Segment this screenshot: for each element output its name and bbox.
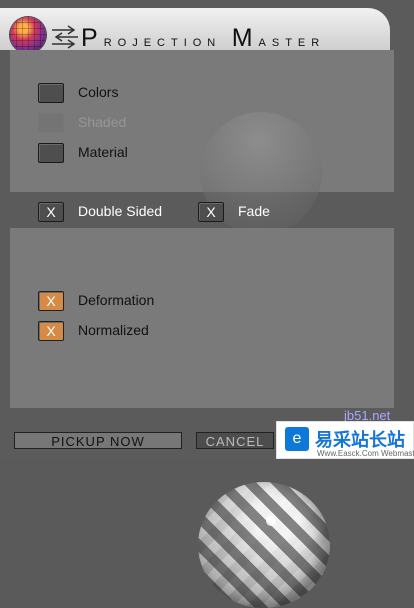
colors-label: Colors <box>78 84 119 100</box>
shaded-checkbox <box>38 113 64 133</box>
projection-master-window: Projection Master Colors Shaded Material… <box>0 0 414 608</box>
title-bar: Projection Master <box>0 8 390 53</box>
double-sided-checkbox[interactable]: X <box>38 202 64 222</box>
watermark-badge: e 易采站长站 Www.Easck.Com Webmaster <box>276 421 414 459</box>
fade-checkbox[interactable]: X <box>198 202 224 222</box>
deformation-preview-sphere <box>198 482 330 608</box>
title-initial-m: M <box>231 24 259 52</box>
title-initial-p: P <box>81 24 104 52</box>
double-sided-label: Double Sided <box>78 203 163 219</box>
shaded-label: Shaded <box>78 114 127 130</box>
normalized-checkbox[interactable]: X <box>38 321 64 341</box>
deformation-options-panel: X Deformation X Normalized <box>10 228 394 608</box>
deformation-checkbox[interactable]: X <box>38 291 64 311</box>
material-checkbox[interactable] <box>38 143 64 163</box>
colors-checkbox[interactable] <box>38 83 64 103</box>
fade-label: Fade <box>238 203 270 219</box>
logo-grid-icon <box>10 17 46 53</box>
pickup-now-button[interactable]: PICKUP NOW <box>14 432 182 449</box>
cancel-button[interactable]: CANCEL <box>196 432 274 449</box>
arrows-icon <box>52 25 78 49</box>
material-label: Material <box>78 144 128 160</box>
site-logo-icon: e <box>285 427 309 451</box>
watermark-subtitle: Www.Easck.Com Webmaster <box>317 449 414 458</box>
deformation-label: Deformation <box>78 292 155 308</box>
title-word-projection: rojection <box>103 33 222 50</box>
normalized-label: Normalized <box>78 322 149 338</box>
projection-options-panel: Colors Shaded Material <box>10 50 394 234</box>
title-word-master: aster <box>258 33 326 50</box>
